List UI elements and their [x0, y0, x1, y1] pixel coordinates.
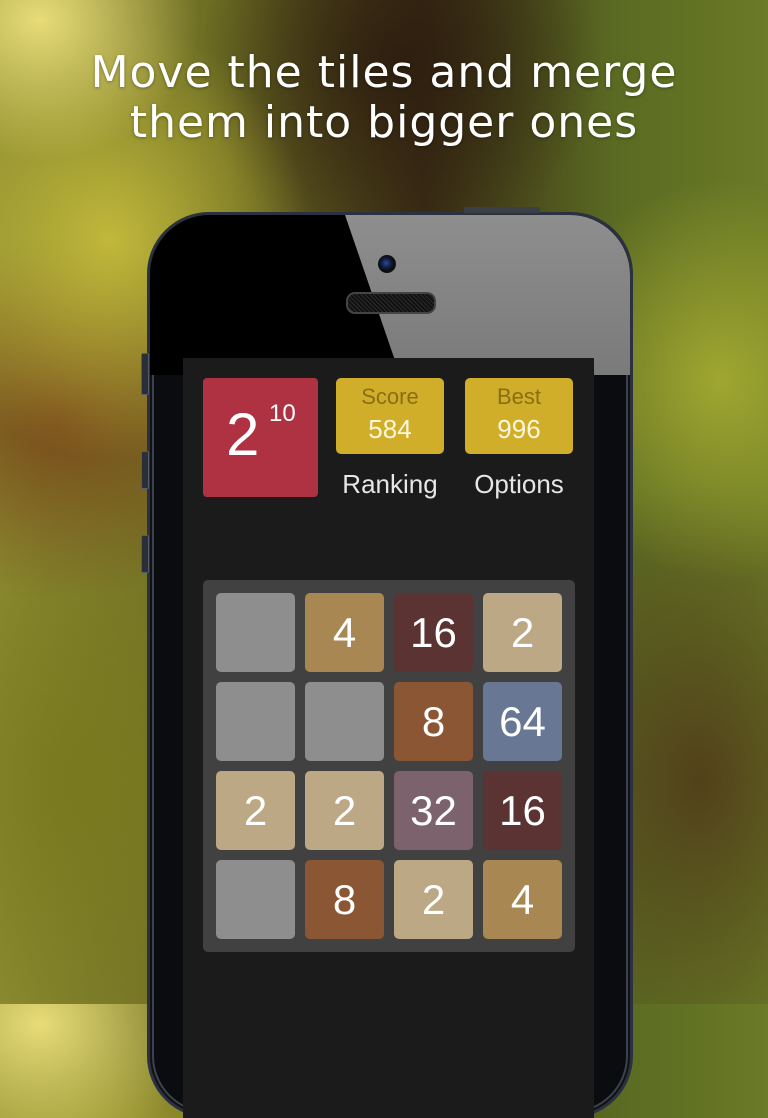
empty-tile — [216, 593, 295, 672]
tile-2: 2 — [394, 860, 473, 939]
mute-switch — [141, 353, 149, 395]
speaker-grille — [346, 292, 436, 314]
score-value: 584 — [368, 414, 412, 444]
tile-8: 8 — [305, 860, 384, 939]
game-screen: 2 10 Score 584 Best 996 Ranking Options … — [183, 358, 594, 1118]
tile-4: 4 — [483, 860, 562, 939]
phone-frame: 2 10 Score 584 Best 996 Ranking Options … — [141, 207, 633, 1118]
best-box: Best 996 — [465, 378, 573, 454]
game-board[interactable]: 4 16 2 8 64 2 2 32 16 8 2 4 — [203, 580, 575, 952]
best-value: 996 — [497, 414, 541, 444]
volume-up-button — [141, 451, 149, 489]
tile-32: 32 — [394, 771, 473, 850]
game-logo: 2 10 — [203, 378, 318, 497]
ranking-button[interactable]: Ranking — [336, 468, 444, 501]
empty-tile — [305, 682, 384, 761]
tile-8: 8 — [394, 682, 473, 761]
tile-2: 2 — [216, 771, 295, 850]
headline-line-1: Move the tiles and merge — [90, 47, 678, 98]
tile-4: 4 — [305, 593, 384, 672]
camera-icon — [378, 255, 396, 273]
score-label: Score — [361, 384, 419, 409]
tile-2: 2 — [305, 771, 384, 850]
score-box: Score 584 — [336, 378, 444, 454]
tile-16: 16 — [394, 593, 473, 672]
options-button[interactable]: Options — [465, 468, 573, 501]
empty-tile — [216, 860, 295, 939]
headline: Move the tiles and merge them into bigge… — [0, 48, 768, 148]
logo-base: 2 — [226, 401, 260, 468]
headline-line-2: them into bigger ones — [129, 97, 639, 148]
tile-16: 16 — [483, 771, 562, 850]
tile-64: 64 — [483, 682, 562, 761]
empty-tile — [216, 682, 295, 761]
tile-2: 2 — [483, 593, 562, 672]
power-button — [464, 207, 540, 213]
volume-down-button — [141, 535, 149, 573]
logo-exponent: 10 — [269, 400, 296, 427]
best-label: Best — [496, 384, 542, 409]
